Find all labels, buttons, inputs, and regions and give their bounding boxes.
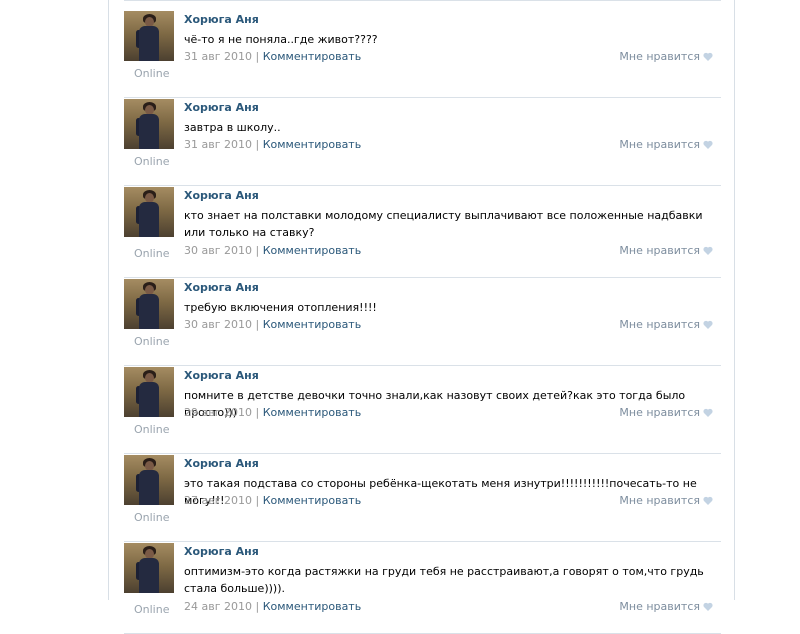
- wall-post: Online Хорюга Аня кто знает на полставки…: [124, 186, 721, 278]
- online-status: Online: [134, 335, 170, 348]
- post-meta: 31 авг 2010 | Комментировать: [184, 50, 361, 63]
- post-date[interactable]: 31 авг 2010: [184, 138, 252, 151]
- heart-icon: [703, 602, 713, 611]
- post-date[interactable]: 24 авг 2010: [184, 600, 252, 613]
- post-meta: 30 авг 2010 | Комментировать: [184, 244, 361, 257]
- like-label: Мне нравится: [619, 244, 700, 257]
- meta-separator: |: [255, 50, 260, 63]
- heart-icon: [703, 408, 713, 417]
- like-button[interactable]: Мне нравится: [619, 406, 713, 419]
- like-button[interactable]: Мне нравится: [619, 244, 713, 257]
- right-border: [734, 0, 735, 600]
- meta-separator: |: [255, 138, 260, 151]
- author-link[interactable]: Хорюга Аня: [184, 281, 259, 294]
- post-text: оптимизм-это когда растяжки на груди теб…: [184, 565, 704, 595]
- left-border: [108, 0, 109, 600]
- wall-feed: Online Хорюга Аня чё-то я не поняла..где…: [124, 10, 721, 634]
- comment-link[interactable]: Комментировать: [263, 406, 361, 419]
- post-meta: 29 авг 2010 | Комментировать: [184, 406, 361, 419]
- online-status: Online: [134, 511, 170, 524]
- post-meta: 24 авг 2010 | Комментировать: [184, 600, 361, 613]
- heart-icon: [703, 140, 713, 149]
- heart-icon: [703, 246, 713, 255]
- like-label: Мне нравится: [619, 138, 700, 151]
- like-button[interactable]: Мне нравится: [619, 600, 713, 613]
- post-date[interactable]: 30 авг 2010: [184, 318, 252, 331]
- wall-post: Online Хорюга Аня оптимизм-это когда рас…: [124, 542, 721, 634]
- author-link[interactable]: Хорюга Аня: [184, 545, 259, 558]
- post-text: требую включения отопления!!!!: [184, 301, 377, 314]
- heart-icon: [703, 52, 713, 61]
- like-label: Мне нравится: [619, 406, 700, 419]
- avatar[interactable]: [124, 455, 174, 505]
- like-label: Мне нравится: [619, 494, 700, 507]
- author-link[interactable]: Хорюга Аня: [184, 101, 259, 114]
- avatar[interactable]: [124, 187, 174, 237]
- like-label: Мне нравится: [619, 50, 700, 63]
- comment-link[interactable]: Комментировать: [263, 138, 361, 151]
- like-button[interactable]: Мне нравится: [619, 50, 713, 63]
- comment-link[interactable]: Комментировать: [263, 494, 361, 507]
- like-button[interactable]: Мне нравится: [619, 138, 713, 151]
- post-date[interactable]: 31 авг 2010: [184, 50, 252, 63]
- heart-icon: [703, 320, 713, 329]
- post-date[interactable]: 30 авг 2010: [184, 244, 252, 257]
- online-status: Online: [134, 603, 170, 616]
- heart-icon: [703, 496, 713, 505]
- meta-separator: |: [255, 318, 260, 331]
- online-status: Online: [134, 247, 170, 260]
- like-label: Мне нравится: [619, 318, 700, 331]
- comment-link[interactable]: Комментировать: [263, 600, 361, 613]
- author-link[interactable]: Хорюга Аня: [184, 457, 259, 470]
- like-button[interactable]: Мне нравится: [619, 318, 713, 331]
- meta-separator: |: [255, 494, 260, 507]
- author-link[interactable]: Хорюга Аня: [184, 369, 259, 382]
- top-divider: [124, 0, 721, 1]
- wall-post: Online Хорюга Аня завтра в школу.. 31 ав…: [124, 98, 721, 186]
- like-button[interactable]: Мне нравится: [619, 494, 713, 507]
- online-status: Online: [134, 67, 170, 80]
- wall-post: Online Хорюга Аня чё-то я не поняла..где…: [124, 10, 721, 98]
- post-text: чё-то я не поняла..где живот????: [184, 33, 378, 46]
- wall-post: Online Хорюга Аня это такая подстава со …: [124, 454, 721, 542]
- author-link[interactable]: Хорюга Аня: [184, 13, 259, 26]
- online-status: Online: [134, 155, 170, 168]
- post-text: завтра в школу..: [184, 121, 281, 134]
- avatar[interactable]: [124, 367, 174, 417]
- like-label: Мне нравится: [619, 600, 700, 613]
- post-text: кто знает на полставки молодому специали…: [184, 209, 703, 239]
- comment-link[interactable]: Комментировать: [263, 50, 361, 63]
- post-meta: 31 авг 2010 | Комментировать: [184, 138, 361, 151]
- meta-separator: |: [255, 600, 260, 613]
- post-meta: 27 авг 2010 | Комментировать: [184, 494, 361, 507]
- avatar[interactable]: [124, 99, 174, 149]
- post-date[interactable]: 27 авг 2010: [184, 494, 252, 507]
- wall-post: Online Хорюга Аня помните в детстве дево…: [124, 366, 721, 454]
- avatar[interactable]: [124, 279, 174, 329]
- online-status: Online: [134, 423, 170, 436]
- author-link[interactable]: Хорюга Аня: [184, 189, 259, 202]
- post-date[interactable]: 29 авг 2010: [184, 406, 252, 419]
- avatar[interactable]: [124, 543, 174, 593]
- avatar[interactable]: [124, 11, 174, 61]
- wall-post: Online Хорюга Аня требую включения отопл…: [124, 278, 721, 366]
- post-meta: 30 авг 2010 | Комментировать: [184, 318, 361, 331]
- comment-link[interactable]: Комментировать: [263, 318, 361, 331]
- meta-separator: |: [255, 406, 260, 419]
- comment-link[interactable]: Комментировать: [263, 244, 361, 257]
- meta-separator: |: [255, 244, 260, 257]
